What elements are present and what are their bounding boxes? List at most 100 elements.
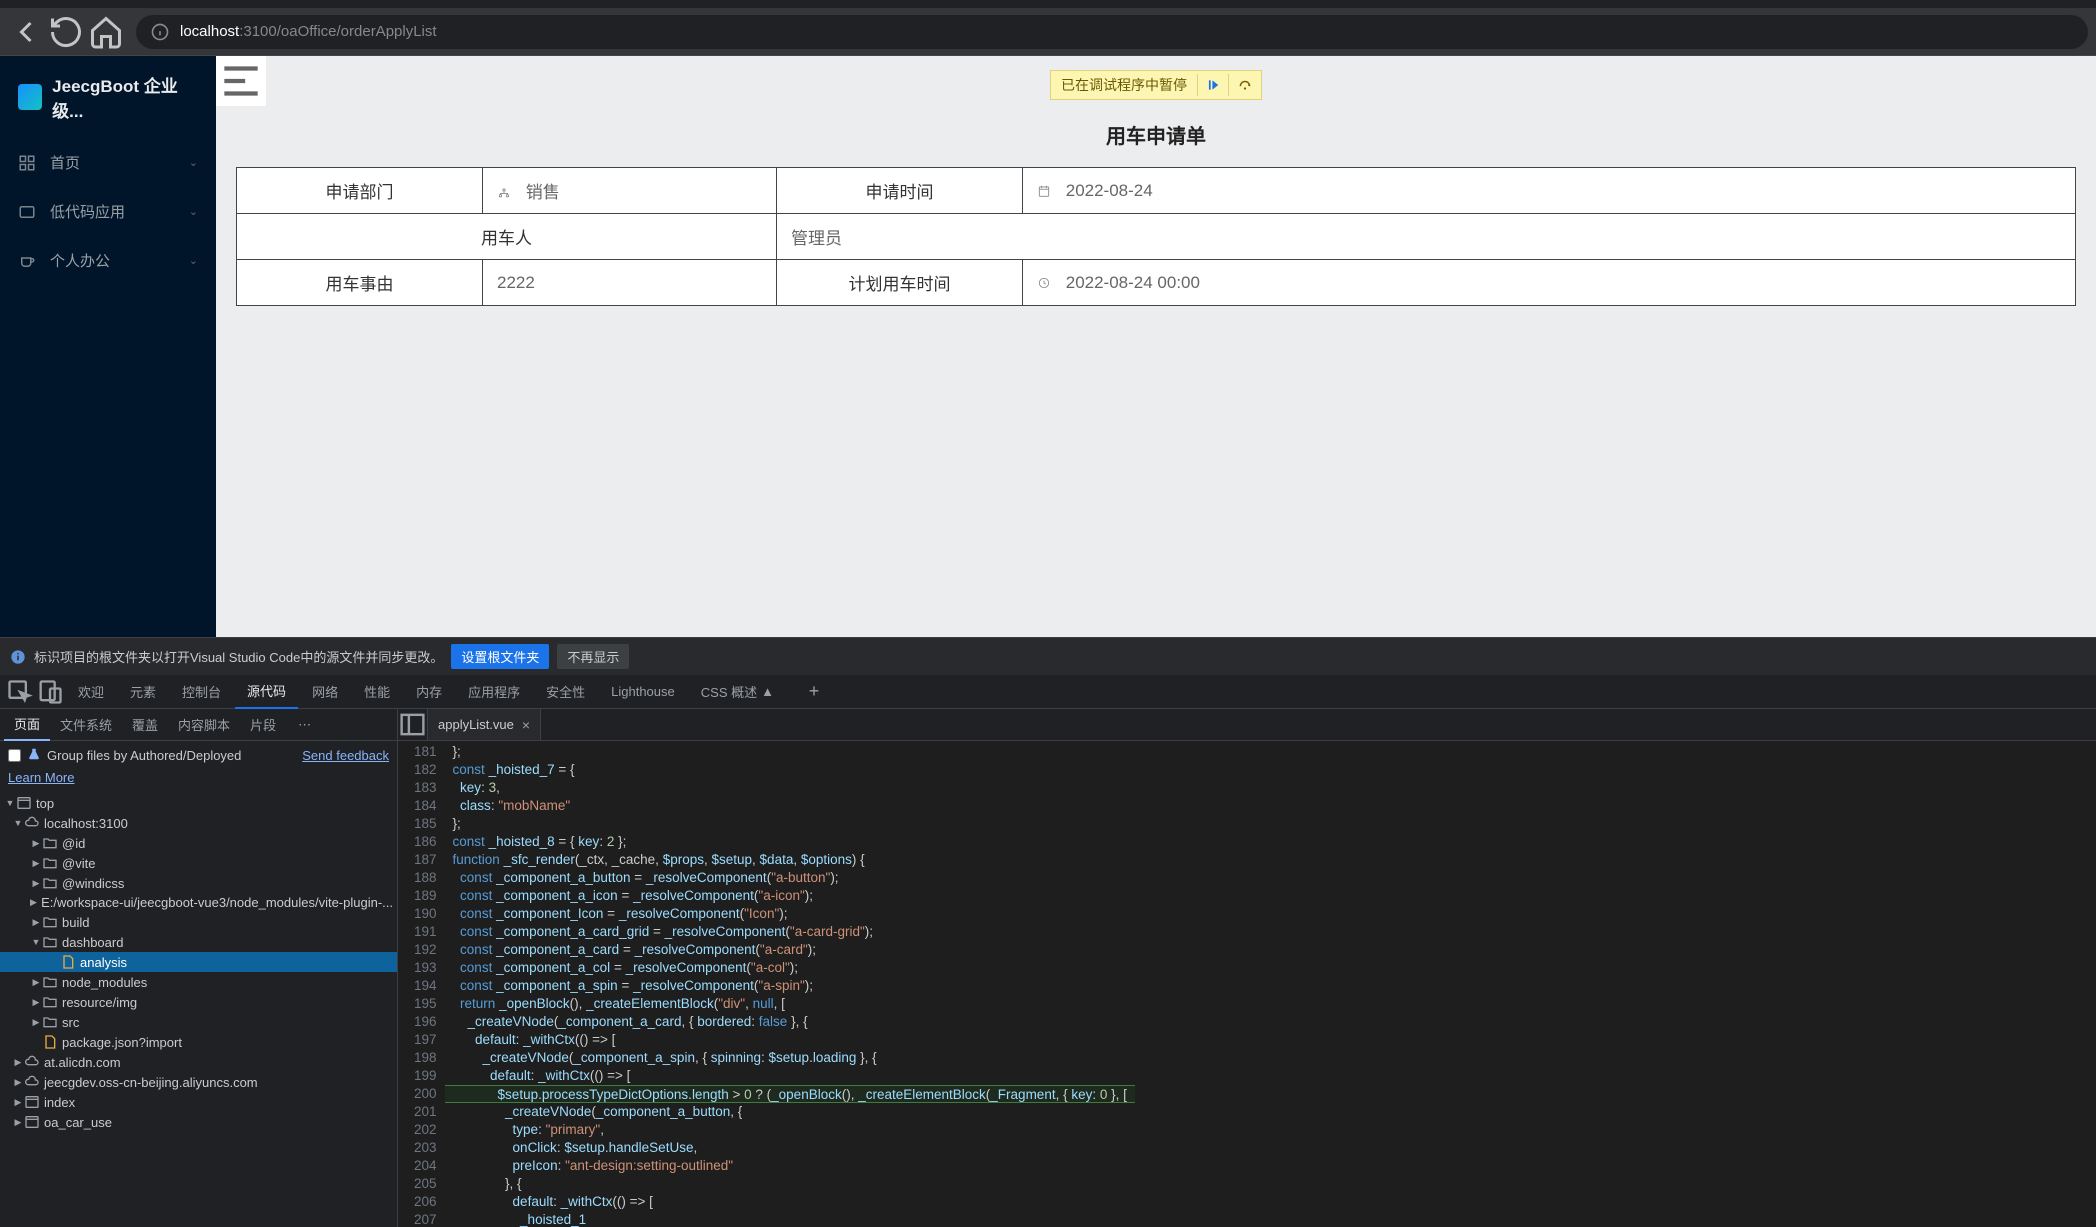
code-icon <box>18 203 36 221</box>
info-icon <box>10 649 26 665</box>
tree-package[interactable]: package.json?import <box>0 1032 397 1052</box>
tab-sources[interactable]: 源代码 <box>235 674 298 709</box>
beaker-icon: ▲ <box>761 684 774 699</box>
tree-jeecgdev[interactable]: ▶jeecgdev.oss-cn-beijing.aliyuncs.com <box>0 1072 397 1092</box>
cell-dept-value[interactable]: 销售 <box>483 168 777 214</box>
toggle-navigator-icon[interactable] <box>398 709 428 740</box>
cell-plan-value[interactable]: 2022-08-24 00:00 <box>1023 260 2076 306</box>
device-toggle-icon[interactable] <box>36 678 64 706</box>
add-tab-icon[interactable]: + <box>800 678 828 706</box>
menu-label: 首页 <box>50 152 80 173</box>
tab-security[interactable]: 安全性 <box>534 675 597 708</box>
tree-atid[interactable]: ▶@id <box>0 833 397 853</box>
folder-icon <box>42 1014 58 1030</box>
url-path: :3100/oaOffice/orderApplyList <box>239 23 436 40</box>
frame-icon <box>24 1114 40 1130</box>
cell-reason-value[interactable]: 2222 <box>483 260 777 306</box>
debug-message: 已在调试程序中暂停 <box>1051 71 1197 99</box>
nav-tab-content[interactable]: 内容脚本 <box>168 709 240 740</box>
info-icon <box>150 22 170 42</box>
line-gutter: 1811821831841851861871881891901911921931… <box>398 741 445 1227</box>
folder-icon <box>42 855 58 871</box>
form-card: 用车申请单 申请部门 销售 申请时间 2022-08-24 用车人 <box>236 106 2076 306</box>
set-root-button[interactable]: 设置根文件夹 <box>451 644 549 669</box>
sources-navigator: 页面 文件系统 覆盖 内容脚本 片段 ⋯ Group files by Auth… <box>0 709 398 1227</box>
chevron-down-icon: ⌄ <box>189 156 198 169</box>
tab-network[interactable]: 网络 <box>300 675 350 708</box>
menu-home[interactable]: 首页 ⌄ <box>0 138 216 187</box>
brand: JeecgBoot 企业级... <box>0 56 216 138</box>
home-button[interactable] <box>88 14 124 50</box>
tree-top[interactable]: ▼top <box>0 793 397 813</box>
tab-lighthouse[interactable]: Lighthouse <box>599 677 687 706</box>
refresh-button[interactable] <box>48 14 84 50</box>
devtools-tabs: 欢迎 元素 控制台 源代码 网络 性能 内存 应用程序 安全性 Lighthou… <box>0 675 2096 709</box>
folder-icon <box>42 974 58 990</box>
code-area[interactable]: 1811821831841851861871881891901911921931… <box>398 741 2096 1227</box>
tree-workspace[interactable]: ▶E:/workspace-ui/jeecgboot-vue3/node_mod… <box>0 893 397 912</box>
tree-node-modules[interactable]: ▶node_modules <box>0 972 397 992</box>
tree-analysis[interactable]: analysis <box>0 952 397 972</box>
window-icon <box>16 795 32 811</box>
send-feedback-link[interactable]: Send feedback <box>302 748 389 763</box>
nav-tab-snippets[interactable]: 片段 <box>240 709 286 740</box>
tab-css-overview[interactable]: CSS 概述 ▲ <box>689 675 786 708</box>
tree-build[interactable]: ▶build <box>0 912 397 932</box>
resume-button[interactable] <box>1197 74 1228 96</box>
nav-tab-overrides[interactable]: 覆盖 <box>122 709 168 740</box>
menu-personal[interactable]: 个人办公 ⌄ <box>0 236 216 285</box>
tab-welcome[interactable]: 欢迎 <box>66 675 116 708</box>
debug-paused-banner: 已在调试程序中暂停 <box>1050 70 1262 100</box>
tab-memory[interactable]: 内存 <box>404 675 454 708</box>
page-content: JeecgBoot 企业级... 首页 ⌄ 低代码应用 ⌄ 个人办公 ⌄ 已在调… <box>0 56 2096 637</box>
cloud-icon <box>24 1074 40 1090</box>
group-checkbox[interactable] <box>8 749 21 762</box>
folder-icon <box>42 914 58 930</box>
tree-vite[interactable]: ▶@vite <box>0 853 397 873</box>
cell-time-value[interactable]: 2022-08-24 <box>1023 168 2076 214</box>
menu-lowcode[interactable]: 低代码应用 ⌄ <box>0 187 216 236</box>
chevron-down-icon: ⌄ <box>189 254 198 267</box>
inspect-element-icon[interactable] <box>6 678 34 706</box>
url-host: localhost <box>180 23 239 40</box>
sidebar-collapse-button[interactable] <box>216 56 266 106</box>
tree-src[interactable]: ▶src <box>0 1012 397 1032</box>
cell-user-value[interactable]: 管理员 <box>777 214 2076 260</box>
infobar-text: 标识项目的根文件夹以打开Visual Studio Code中的源文件并同步更改… <box>34 647 443 666</box>
group-files-row: Group files by Authored/Deployed Send fe… <box>0 741 397 770</box>
folder-icon <box>42 934 58 950</box>
nav-tab-page[interactable]: 页面 <box>4 709 50 741</box>
nav-tab-filesystem[interactable]: 文件系统 <box>50 709 122 740</box>
editor-tab-applylist[interactable]: applyList.vue × <box>428 709 541 740</box>
coffee-icon <box>18 252 36 270</box>
tab-elements[interactable]: 元素 <box>118 675 168 708</box>
form-title: 用车申请单 <box>236 120 2076 149</box>
tree-localhost[interactable]: ▼localhost:3100 <box>0 813 397 833</box>
tree-dashboard[interactable]: ▼dashboard <box>0 932 397 952</box>
code-content[interactable]: };const _hoisted_7 = { key: 3, class: "m… <box>445 741 1135 1227</box>
tree-oacar[interactable]: ▶oa_car_use <box>0 1112 397 1132</box>
no-show-button[interactable]: 不再显示 <box>557 644 629 669</box>
editor-tabs: applyList.vue × <box>398 709 2096 741</box>
group-label: Group files by Authored/Deployed <box>47 748 241 763</box>
tree-alicdn[interactable]: ▶at.alicdn.com <box>0 1052 397 1072</box>
url-input[interactable]: localhost:3100/oaOffice/orderApplyList <box>136 15 2088 49</box>
sources-panel: 页面 文件系统 覆盖 内容脚本 片段 ⋯ Group files by Auth… <box>0 709 2096 1227</box>
folder-icon <box>42 994 58 1010</box>
cell-user-label: 用车人 <box>237 214 777 260</box>
tab-console[interactable]: 控制台 <box>170 675 233 708</box>
tree-windicss[interactable]: ▶@windicss <box>0 873 397 893</box>
cell-dept-label: 申请部门 <box>237 168 483 214</box>
step-over-button[interactable] <box>1228 74 1261 96</box>
back-button[interactable] <box>8 14 44 50</box>
tree-resource[interactable]: ▶resource/img <box>0 992 397 1012</box>
learn-more-link[interactable]: Learn More <box>0 770 397 791</box>
tree-index[interactable]: ▶index <box>0 1092 397 1112</box>
tab-performance[interactable]: 性能 <box>352 675 402 708</box>
tab-application[interactable]: 应用程序 <box>456 675 532 708</box>
close-icon[interactable]: × <box>522 717 530 733</box>
browser-tab-bar <box>0 0 2096 8</box>
brand-text: JeecgBoot 企业级... <box>52 72 198 122</box>
frame-icon <box>24 1094 40 1110</box>
more-icon[interactable]: ⋯ <box>290 717 319 733</box>
